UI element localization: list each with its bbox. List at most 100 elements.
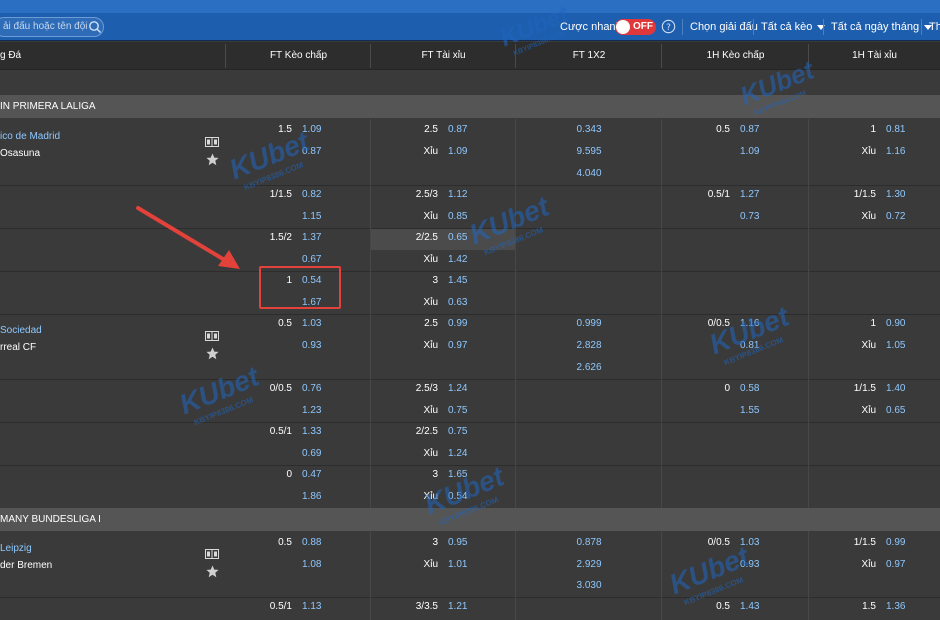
- 1h-total-odds[interactable]: 0.81: [886, 124, 905, 136]
- ft-handicap-odds[interactable]: 0.82: [302, 189, 321, 201]
- select-league-button[interactable]: Chọn giải đấu: [690, 21, 758, 33]
- 1h-total-odds[interactable]: 0.97: [886, 559, 905, 571]
- header-ft-over-under[interactable]: FT Tài xỉu: [371, 42, 516, 70]
- ft-1x2-odds[interactable]: 2.626: [559, 362, 619, 374]
- live-stats-icon[interactable]: [205, 549, 219, 559]
- ft-1x2-odds[interactable]: 4.040: [559, 168, 619, 180]
- ft-total-odds[interactable]: 0.97: [448, 340, 467, 352]
- 1h-handicap-odds[interactable]: 1.16: [740, 318, 759, 330]
- ft-handicap-odds[interactable]: 1.08: [302, 559, 321, 571]
- ft-total-odds[interactable]: 1.45: [448, 275, 467, 287]
- ft-total-odds[interactable]: 0.99: [448, 318, 467, 330]
- favorite-star-icon[interactable]: [206, 347, 219, 360]
- more-filter-button[interactable]: Th: [929, 21, 940, 33]
- ft-handicap-odds[interactable]: 0.87: [302, 146, 321, 158]
- ft-total-odds[interactable]: 0.87: [448, 124, 467, 136]
- ft-1x2-odds[interactable]: 3.030: [559, 580, 619, 592]
- team-home[interactable]: Leipzig: [0, 543, 32, 555]
- ft-1x2-odds[interactable]: 2.828: [559, 340, 619, 352]
- ft-handicap-odds[interactable]: 0.88: [302, 537, 321, 549]
- ft-total-odds[interactable]: 0.54: [448, 491, 467, 503]
- 1h-total-odds[interactable]: 0.65: [886, 405, 905, 417]
- ft-handicap-odds[interactable]: 1.09: [302, 124, 321, 136]
- favorite-star-icon[interactable]: [206, 565, 219, 578]
- 1h-handicap-odds[interactable]: 0.73: [740, 211, 759, 223]
- ft-handicap-odds[interactable]: 1.15: [302, 211, 321, 223]
- 1h-handicap-odds[interactable]: 1.09: [740, 146, 759, 158]
- ft-total-odds[interactable]: 1.24: [448, 383, 467, 395]
- help-icon[interactable]: ?: [661, 19, 676, 34]
- team-away[interactable]: Osasuna: [0, 148, 40, 160]
- ft-total-odds[interactable]: 1.24: [448, 448, 467, 460]
- ft-total-odds[interactable]: 1.42: [448, 254, 467, 266]
- quick-bet-toggle[interactable]: OFF: [615, 19, 656, 35]
- team-home[interactable]: Sociedad: [0, 325, 42, 337]
- search-icon[interactable]: [87, 19, 103, 35]
- ft-1x2-odds[interactable]: 2.929: [559, 559, 619, 571]
- header-1h-handicap[interactable]: 1H Kèo chấp: [662, 42, 809, 70]
- ft-handicap-odds[interactable]: 0.76: [302, 383, 321, 395]
- ft-handicap-odds[interactable]: 0.93: [302, 340, 321, 352]
- live-stats-icon[interactable]: [205, 137, 219, 147]
- 1h-handicap-odds[interactable]: 1.03: [740, 537, 759, 549]
- 1h-total-odds[interactable]: 1.30: [886, 189, 905, 201]
- ft-1x2-odds[interactable]: 0.999: [559, 318, 619, 330]
- live-stats-icon[interactable]: [205, 331, 219, 341]
- ft-handicap-odds[interactable]: 1.13: [302, 601, 321, 613]
- row-separator: [0, 422, 940, 423]
- 1h-handicap-odds[interactable]: 1.43: [740, 601, 759, 613]
- ft-total-odds[interactable]: 0.95: [448, 537, 467, 549]
- league-row-bundesliga[interactable]: MANY BUNDESLIGA I: [0, 508, 940, 531]
- ft-total-odds[interactable]: 0.65: [448, 232, 467, 244]
- ft-total-odds[interactable]: 1.65: [448, 469, 467, 481]
- league-row-laliga[interactable]: IN PRIMERA LALIGA: [0, 95, 940, 118]
- ft-1x2-odds[interactable]: 9.595: [559, 146, 619, 158]
- header-divider: [370, 44, 371, 68]
- 1h-total-odds[interactable]: 1.05: [886, 340, 905, 352]
- ft-handicap-odds[interactable]: 1.23: [302, 405, 321, 417]
- 1h-total-odds[interactable]: 0.72: [886, 211, 905, 223]
- ft-1x2-odds[interactable]: 0.878: [559, 537, 619, 549]
- ft-handicap-odds[interactable]: 0.69: [302, 448, 321, 460]
- team-home[interactable]: ico de Madrid: [0, 131, 60, 143]
- ft-total-odds[interactable]: 1.12: [448, 189, 467, 201]
- ft-handicap-odds[interactable]: 1.86: [302, 491, 321, 503]
- ft-total-odds[interactable]: 0.63: [448, 297, 467, 309]
- ft-handicap-odds[interactable]: 0.47: [302, 469, 321, 481]
- 1h-total-odds[interactable]: 0.90: [886, 318, 905, 330]
- toolbar-divider: [753, 19, 754, 35]
- header-ft-1x2[interactable]: FT 1X2: [516, 42, 662, 70]
- ft-total-odds[interactable]: 0.85: [448, 211, 467, 223]
- 1h-handicap-odds[interactable]: 0.87: [740, 124, 759, 136]
- 1h-handicap-odds[interactable]: 0.93: [740, 559, 759, 571]
- 1h-handicap-odds[interactable]: 1.55: [740, 405, 759, 417]
- 1h-handicap-odds[interactable]: 0.58: [740, 383, 759, 395]
- favorite-star-icon[interactable]: [206, 153, 219, 166]
- header-ft-handicap[interactable]: FT Kèo chấp: [226, 42, 371, 70]
- ft-1x2-odds[interactable]: 0.343: [559, 124, 619, 136]
- 1h-handicap-odds[interactable]: 1.27: [740, 189, 759, 201]
- ft-handicap-odds[interactable]: 1.33: [302, 426, 321, 438]
- header-1h-over-under[interactable]: 1H Tài xỉu: [809, 42, 940, 70]
- 1h-handicap-odds[interactable]: 0.81: [740, 340, 759, 352]
- all-dates-dropdown[interactable]: Tất cả ngày tháng: [831, 21, 933, 33]
- ft-handicap-odds[interactable]: 0.67: [302, 254, 321, 266]
- 1h-handicap-line: 0.5: [716, 601, 730, 612]
- all-dates-label: Tất cả ngày tháng: [831, 21, 920, 33]
- team-away[interactable]: der Bremen: [0, 560, 52, 572]
- all-odds-dropdown[interactable]: Tất cả kèo: [761, 21, 826, 33]
- ft-handicap-odds[interactable]: 1.03: [302, 318, 321, 330]
- ft-total-odds[interactable]: 1.21: [448, 601, 467, 613]
- 1h-total-odds[interactable]: 1.16: [886, 146, 905, 158]
- 1h-total-odds[interactable]: 0.99: [886, 537, 905, 549]
- ft-total-odds[interactable]: 1.09: [448, 146, 467, 158]
- ft-total-odds[interactable]: 0.75: [448, 405, 467, 417]
- ft-total-odds[interactable]: 1.01: [448, 559, 467, 571]
- 1h-total-odds[interactable]: 1.36: [886, 601, 905, 613]
- ft-handicap-odds[interactable]: 1.37: [302, 232, 321, 244]
- ft-total-odds[interactable]: 0.75: [448, 426, 467, 438]
- column-divider: [661, 531, 662, 620]
- 1h-total-odds[interactable]: 1.40: [886, 383, 905, 395]
- team-away[interactable]: rreal CF: [0, 342, 36, 354]
- column-divider: [808, 119, 809, 509]
